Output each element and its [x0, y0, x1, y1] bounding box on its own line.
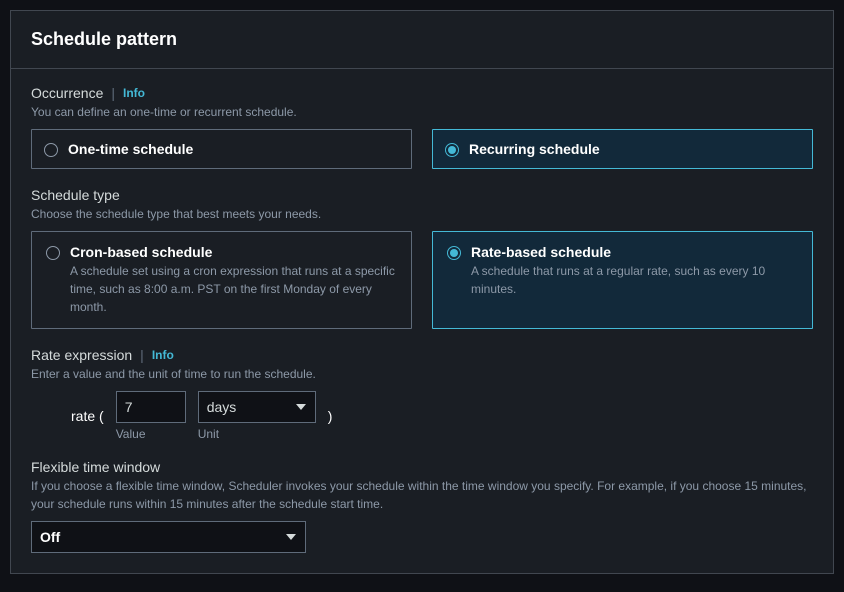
- flexible-window-section: Flexible time window If you choose a fle…: [31, 459, 813, 553]
- schedule-pattern-panel: Schedule pattern Occurrence | Info You c…: [10, 10, 834, 574]
- recurring-label: Recurring schedule: [469, 141, 600, 157]
- one-time-schedule-option[interactable]: One-time schedule: [31, 129, 412, 169]
- schedule-type-title: Schedule type: [31, 187, 120, 203]
- panel-body: Occurrence | Info You can define an one-…: [11, 69, 833, 573]
- schedule-type-section: Schedule type Choose the schedule type t…: [31, 187, 813, 329]
- flexible-window-title: Flexible time window: [31, 459, 160, 475]
- caret-down-icon: [286, 534, 296, 540]
- cron-desc: A schedule set using a cron expression t…: [70, 262, 397, 316]
- rate-unit-label: Unit: [198, 427, 316, 441]
- rate-expression-title: Rate expression: [31, 347, 132, 363]
- radio-icon: [46, 246, 60, 260]
- one-time-label: One-time schedule: [68, 141, 193, 157]
- radio-icon: [44, 143, 58, 157]
- schedule-type-header: Schedule type: [31, 187, 813, 203]
- rate-suffix: ): [328, 408, 333, 424]
- rate-value-field: Value: [116, 391, 186, 441]
- occurrence-info-link[interactable]: Info: [123, 86, 145, 100]
- occurrence-options: One-time schedule Recurring schedule: [31, 129, 813, 169]
- divider: |: [140, 347, 144, 363]
- rate-expression-helper: Enter a value and the unit of time to ru…: [31, 365, 813, 383]
- rate-unit-select-wrap: days: [198, 391, 316, 423]
- rate-label: Rate-based schedule: [471, 244, 798, 260]
- flexible-window-value: Off: [40, 529, 60, 545]
- cron-content: Cron-based schedule A schedule set using…: [70, 244, 397, 316]
- flexible-window-helper: If you choose a flexible time window, Sc…: [31, 477, 813, 513]
- rate-expression-row: rate ( Value days Unit: [71, 391, 813, 441]
- caret-down-icon: [296, 404, 306, 410]
- rate-expression-info-link[interactable]: Info: [152, 348, 174, 362]
- rate-based-option[interactable]: Rate-based schedule A schedule that runs…: [432, 231, 813, 329]
- cron-based-option[interactable]: Cron-based schedule A schedule set using…: [31, 231, 412, 329]
- rate-unit-field: days Unit: [198, 391, 316, 441]
- rate-expression-header: Rate expression | Info: [31, 347, 813, 363]
- schedule-type-options: Cron-based schedule A schedule set using…: [31, 231, 813, 329]
- occurrence-helper: You can define an one-time or recurrent …: [31, 103, 813, 121]
- rate-unit-value: days: [207, 399, 237, 415]
- schedule-type-helper: Choose the schedule type that best meets…: [31, 205, 813, 223]
- panel-title: Schedule pattern: [31, 29, 813, 50]
- panel-header: Schedule pattern: [11, 11, 833, 69]
- rate-prefix: rate (: [71, 408, 104, 424]
- flexible-window-select[interactable]: Off: [31, 521, 306, 553]
- radio-icon: [445, 143, 459, 157]
- rate-desc: A schedule that runs at a regular rate, …: [471, 262, 798, 298]
- flexible-window-select-wrap: Off: [31, 521, 306, 553]
- cron-label: Cron-based schedule: [70, 244, 397, 260]
- occurrence-title: Occurrence: [31, 85, 103, 101]
- radio-icon: [447, 246, 461, 260]
- rate-expression-section: Rate expression | Info Enter a value and…: [31, 347, 813, 441]
- flexible-window-header: Flexible time window: [31, 459, 813, 475]
- rate-value-input[interactable]: [116, 391, 186, 423]
- rate-value-label: Value: [116, 427, 186, 441]
- recurring-schedule-option[interactable]: Recurring schedule: [432, 129, 813, 169]
- divider: |: [111, 85, 115, 101]
- occurrence-header: Occurrence | Info: [31, 85, 813, 101]
- rate-content: Rate-based schedule A schedule that runs…: [471, 244, 798, 298]
- occurrence-section: Occurrence | Info You can define an one-…: [31, 85, 813, 169]
